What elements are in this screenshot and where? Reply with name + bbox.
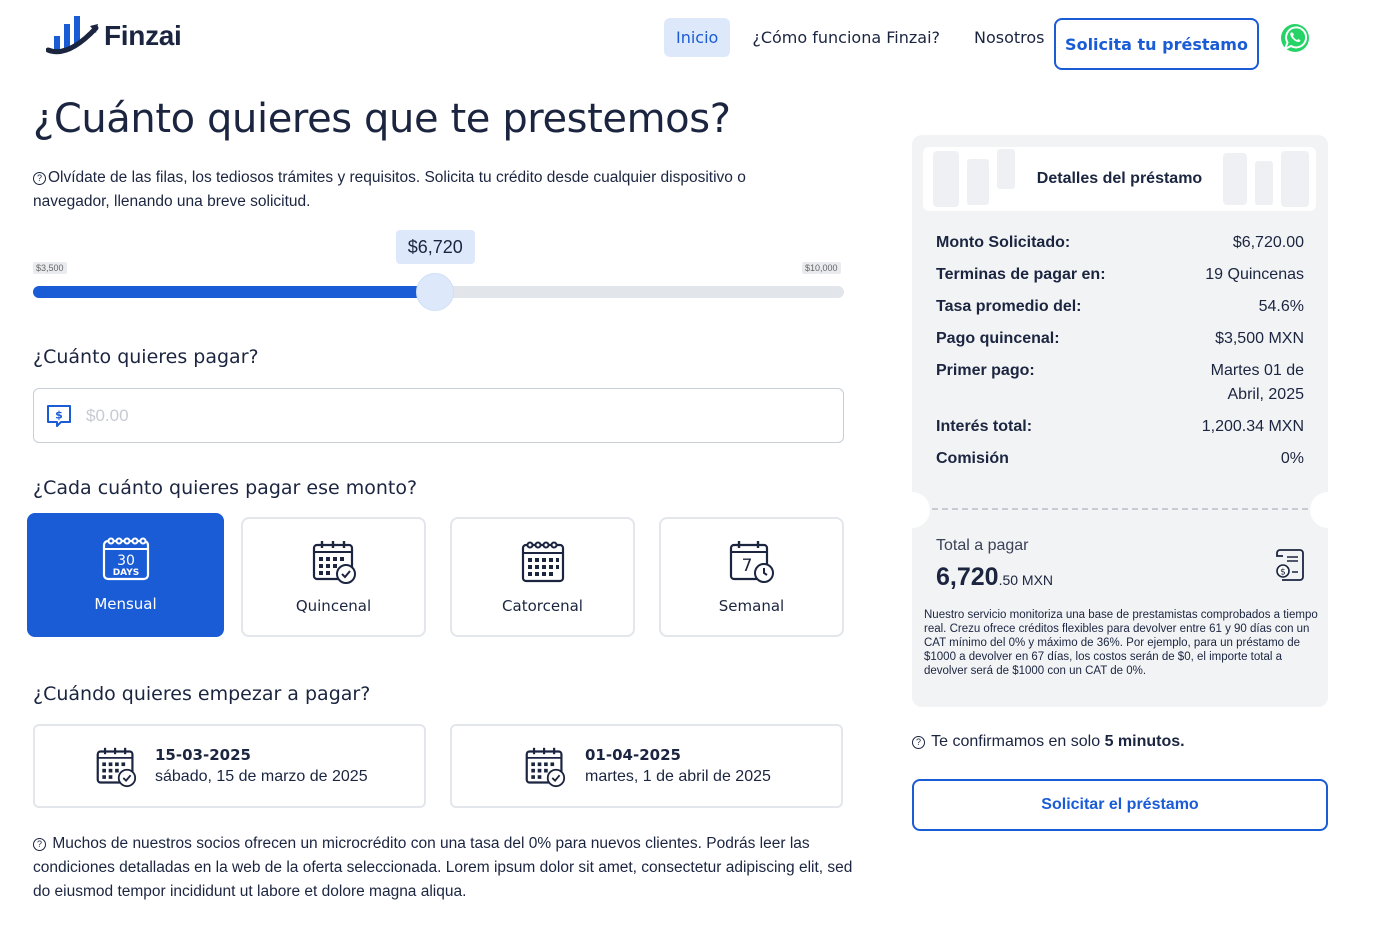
total-label: Total a pagar — [936, 537, 1029, 554]
svg-text:$: $ — [1280, 568, 1286, 578]
ticket-notch-left — [912, 492, 930, 528]
slider-fill — [33, 286, 435, 298]
detail-key: Terminas de pagar en: — [936, 266, 1106, 283]
detail-value: 1,200.34 MXN — [1201, 418, 1304, 435]
confirm-time: 5 minutos. — [1104, 733, 1185, 750]
detail-row: Monto Solicitado: $6,720.00 — [936, 231, 1304, 255]
payment-amount-field[interactable]: $ — [33, 388, 844, 443]
logo[interactable]: Finzai — [46, 14, 182, 58]
intro-text: ? Olvídate de las filas, los tediosos trá… — [33, 166, 823, 214]
receipt-icon: $ — [1276, 549, 1304, 581]
logo-text: Finzai — [104, 20, 182, 51]
main-nav: Inicio ¿Cómo funciona Finzai? Nosotros — [664, 18, 1067, 57]
loan-details-title: Detalles del préstamo — [1036, 170, 1203, 187]
intro-body: Olvídate de las filas, los tediosos trám… — [33, 169, 746, 210]
calendar-check-icon — [312, 541, 356, 584]
detail-key: Pago quincenal: — [936, 330, 1060, 347]
detail-row: Primer pago: Martes 01 de Abril, 2025 — [936, 359, 1304, 407]
detail-value: $6,720.00 — [1232, 234, 1304, 251]
calendar-7-number: 7 — [741, 556, 752, 576]
detail-row: Interés total: 1,200.34 MXN — [936, 415, 1304, 439]
svg-text:$: $ — [55, 408, 63, 421]
page-title: ¿Cuánto quieres que te prestemos? — [33, 96, 731, 142]
slider-min-label: $3,500 — [33, 262, 67, 274]
detail-row: Pago quincenal: $3,500 MXN — [936, 327, 1304, 351]
frequency-option-label: Semanal — [718, 597, 785, 615]
payment-amount-label: ¿Cuánto quieres pagar? — [33, 346, 259, 368]
ticket-divider — [932, 508, 1308, 510]
detail-value: 54.6% — [1258, 298, 1304, 315]
frequency-option-label: Mensual — [94, 595, 157, 613]
slider-value-bubble: $6,720 — [395, 230, 475, 264]
detail-key: Comisión — [936, 450, 1009, 467]
detail-key: Primer pago: — [936, 362, 1035, 379]
start-date-option-2[interactable]: 01-04-2025 martes, 1 de abril de 2025 — [450, 724, 843, 808]
start-date-long: sábado, 15 de marzo de 2025 — [155, 768, 368, 785]
nav-item-como-funciona[interactable]: ¿Cómo funciona Finzai? — [740, 18, 952, 57]
calendar-check-icon — [525, 747, 566, 788]
whatsapp-icon[interactable] — [1280, 23, 1310, 53]
calendar-days-text: DAYS — [112, 568, 139, 578]
frequency-option-label: Catorcenal — [502, 597, 583, 615]
detail-value: $3,500 MXN — [1215, 330, 1304, 347]
detail-row: Tasa promedio del: 54.6% — [936, 295, 1304, 319]
question-icon: ? — [33, 172, 46, 185]
frequency-option-semanal[interactable]: 7 Semanal — [659, 517, 844, 637]
footer-note-text: Muchos de nuestros socios ofrecen un mic… — [33, 835, 853, 900]
detail-row: Terminas de pagar en: 19 Quincenas — [936, 263, 1304, 287]
calendar-check-icon — [96, 747, 137, 788]
detail-key: Interés total: — [936, 418, 1033, 435]
detail-row: Comisión 0% — [936, 447, 1304, 471]
start-date-short: 15-03-2025 — [155, 746, 251, 764]
frequency-option-label: Quincenal — [295, 597, 372, 615]
footer-note: ? Muchos de nuestros socios ofrecen un m… — [33, 832, 853, 904]
header: Finzai Inicio ¿Cómo funciona Finzai? Nos… — [0, 0, 1395, 80]
calendar-grid-icon — [521, 541, 564, 583]
disclaimer-text: Nuestro servicio monitoriza una base de … — [924, 609, 1318, 677]
loan-details-header: Detalles del préstamo — [923, 147, 1316, 211]
confirm-prefix: Te confirmamos en solo — [931, 733, 1101, 750]
money-chat-icon: $ — [47, 404, 71, 427]
request-loan-button[interactable]: Solicita tu préstamo — [1054, 18, 1259, 70]
total-amount-cents: .50 MXN — [998, 572, 1054, 588]
calendar-30-number: 30 — [117, 553, 135, 569]
frequency-option-mensual[interactable]: 30 DAYS Mensual — [27, 513, 224, 637]
detail-key: Tasa promedio del: — [936, 298, 1082, 315]
slider-thumb[interactable] — [415, 273, 454, 311]
frequency-label: ¿Cada cuánto quieres pagar ese monto? — [33, 477, 418, 499]
loan-details-rows: Monto Solicitado: $6,720.00 Terminas de … — [936, 231, 1304, 479]
detail-value: 0% — [1280, 450, 1304, 467]
payment-amount-input[interactable] — [86, 405, 786, 426]
nav-item-inicio[interactable]: Inicio — [664, 18, 731, 57]
slider-max-label: $10,000 — [802, 262, 841, 274]
total-amount-main: 6,720 — [936, 563, 999, 591]
frequency-option-catorcenal[interactable]: Catorcenal — [450, 517, 635, 637]
detail-value: 19 Quincenas — [1205, 266, 1304, 283]
question-icon: ? — [912, 736, 925, 749]
start-date-option-1[interactable]: 15-03-2025 sábado, 15 de marzo de 2025 — [33, 724, 426, 808]
logo-chart-icon — [46, 16, 99, 55]
detail-key: Monto Solicitado: — [936, 234, 1071, 251]
detail-value: Martes 01 de Abril, 2025 — [1210, 362, 1304, 403]
start-date-long: martes, 1 de abril de 2025 — [585, 768, 771, 785]
submit-loan-button[interactable]: Solicitar el préstamo — [912, 779, 1328, 831]
confirm-message: ? Te confirmamos en solo 5 minutos. — [912, 733, 1185, 751]
total-amount: 6,720.50 MXN — [936, 563, 1053, 592]
question-icon: ? — [33, 838, 46, 851]
start-date-label: ¿Cuándo quieres empezar a pagar? — [33, 683, 371, 705]
loan-details-panel: Detalles del préstamo Monto Solicitado: … — [912, 135, 1328, 707]
ticket-notch-right — [1310, 492, 1328, 528]
start-date-short: 01-04-2025 — [585, 746, 681, 764]
calendar-30-days-icon: 30 DAYS — [102, 537, 149, 581]
nav-item-nosotros[interactable]: Nosotros — [962, 18, 1057, 57]
frequency-option-quincenal[interactable]: Quincenal — [241, 517, 426, 637]
calendar-clock-icon: 7 — [729, 541, 774, 583]
